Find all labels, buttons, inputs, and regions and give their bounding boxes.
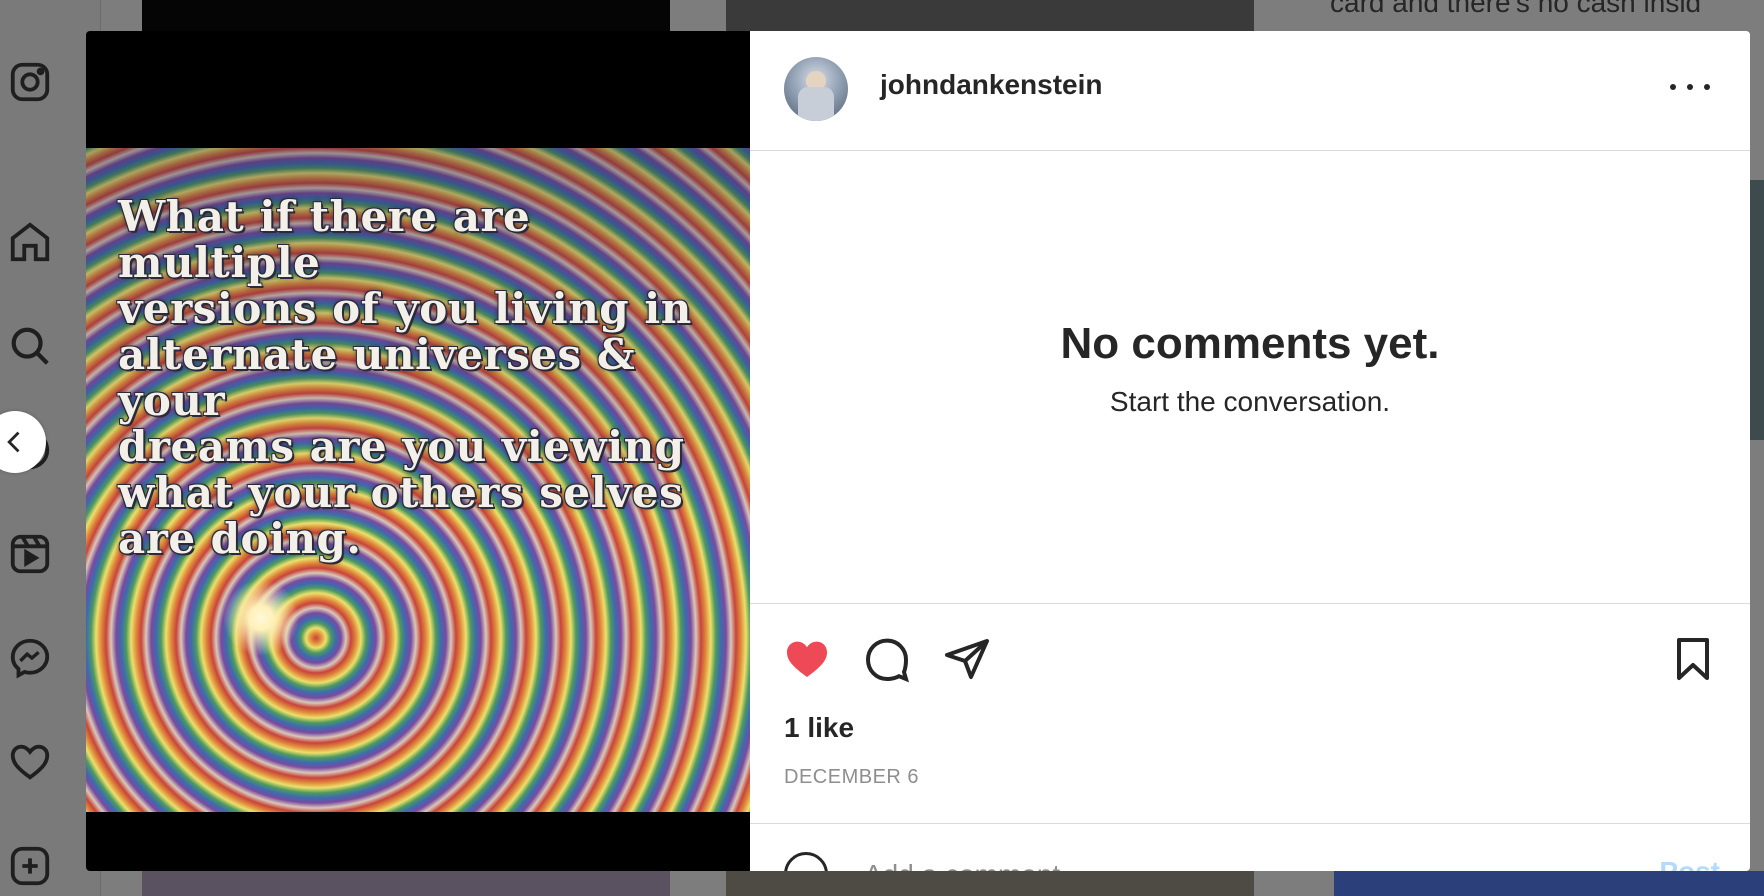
emoji-icon[interactable] [784, 852, 828, 871]
comment-input[interactable] [862, 854, 1566, 871]
heart-filled-icon[interactable] [780, 632, 834, 686]
post-media: What if there are multiple versions of y… [86, 31, 750, 871]
feed-tile [726, 0, 1254, 31]
avatar[interactable] [784, 57, 848, 121]
likes-count[interactable]: 1 like [784, 712, 854, 744]
feed-tile [142, 871, 670, 896]
more-options-icon[interactable] [1670, 77, 1710, 97]
home-icon[interactable] [6, 218, 54, 266]
comments-section: No comments yet. Start the conversation. [750, 151, 1750, 603]
feed-tile [1750, 180, 1764, 440]
avatar-body [798, 87, 834, 121]
no-comments-subtitle: Start the conversation. [1109, 386, 1391, 417]
add-comment-bar: Post [750, 823, 1750, 871]
feed-caption-partial: card and there's no cash insid [1330, 0, 1702, 18]
share-icon[interactable] [940, 632, 994, 686]
post-image: What if there are multiple versions of y… [86, 148, 750, 812]
post-comment-button[interactable]: Post [1659, 856, 1720, 871]
post-header: johndankenstein [750, 31, 1750, 151]
post-actions: 1 like DECEMBER 6 [750, 603, 1750, 854]
post-image-text: What if there are multiple versions of y… [118, 192, 692, 563]
feed-tile [1334, 871, 1764, 896]
instagram-icon[interactable] [6, 58, 54, 106]
no-comments-title: No comments yet. [1060, 319, 1440, 368]
feed-tile [726, 871, 1254, 896]
post-modal: What if there are multiple versions of y… [86, 31, 1750, 871]
username[interactable]: johndankenstein [880, 69, 1102, 101]
reels-icon[interactable] [6, 530, 54, 578]
post-date: DECEMBER 6 [784, 766, 920, 788]
post-details-panel: johndankenstein No comments yet. Start t… [750, 31, 1750, 871]
chevron-left-icon [7, 431, 20, 453]
comment-icon[interactable] [860, 632, 914, 686]
bookmark-icon[interactable] [1666, 632, 1720, 686]
messenger-icon[interactable] [6, 634, 54, 682]
search-icon[interactable] [6, 322, 54, 370]
create-icon[interactable] [6, 842, 54, 890]
heart-icon[interactable] [6, 738, 54, 786]
feed-tile [142, 0, 670, 31]
